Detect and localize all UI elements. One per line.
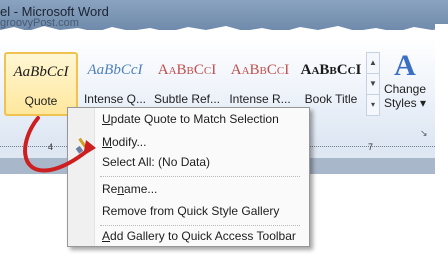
- window-edge: [435, 24, 448, 273]
- style-preview: AaBbCcI: [230, 62, 290, 78]
- menu-item-add-gallery-to-qat[interactable]: Add Gallery to Quick Access Toolbar: [96, 226, 312, 246]
- style-label: Quote: [24, 94, 58, 108]
- change-styles-icon: A: [394, 49, 416, 82]
- style-preview: AaBbCcI: [13, 64, 69, 80]
- menu-item-select-all[interactable]: Select All: (No Data): [96, 152, 312, 172]
- change-styles-label-2: Styles ▾: [383, 96, 427, 110]
- ruler-number: 4: [48, 142, 54, 152]
- context-menu: Update Quote to Match Selection Modify..…: [67, 107, 310, 247]
- menu-gutter: [68, 108, 95, 246]
- style-label: Intense Q...: [83, 92, 147, 106]
- menu-separator: [100, 176, 300, 177]
- ruler-number: 7: [368, 142, 374, 152]
- change-styles-label-1: Change: [383, 82, 427, 96]
- menu-item-update-quote[interactable]: Update Quote to Match Selection: [96, 109, 312, 129]
- menu-item-remove-from-gallery[interactable]: Remove from Quick Style Gallery: [96, 201, 312, 221]
- scroll-down-icon[interactable]: ▼: [367, 74, 379, 95]
- paintbrush-icon: [75, 137, 87, 154]
- menu-item-rename[interactable]: Rename...: [96, 179, 312, 199]
- style-label: Subtle Ref...: [153, 92, 221, 106]
- menu-item-modify[interactable]: Modify...: [96, 132, 312, 152]
- style-label: Book Title: [304, 92, 358, 106]
- style-label: Intense R...: [229, 92, 291, 106]
- dialog-launcher-icon[interactable]: ↘: [420, 128, 429, 138]
- style-preview: AaBbCcI: [87, 62, 143, 78]
- style-preview: AaBbCcI: [300, 62, 362, 78]
- change-styles-button[interactable]: A Change Styles ▾: [382, 50, 428, 126]
- torn-edge: [0, 26, 448, 38]
- scroll-up-icon[interactable]: ▲: [367, 53, 379, 74]
- gallery-scrollbar[interactable]: ▲ ▼ ▾: [366, 52, 380, 116]
- style-preview: AaBbCcI: [157, 62, 217, 78]
- gallery-more-icon[interactable]: ▾: [367, 95, 379, 115]
